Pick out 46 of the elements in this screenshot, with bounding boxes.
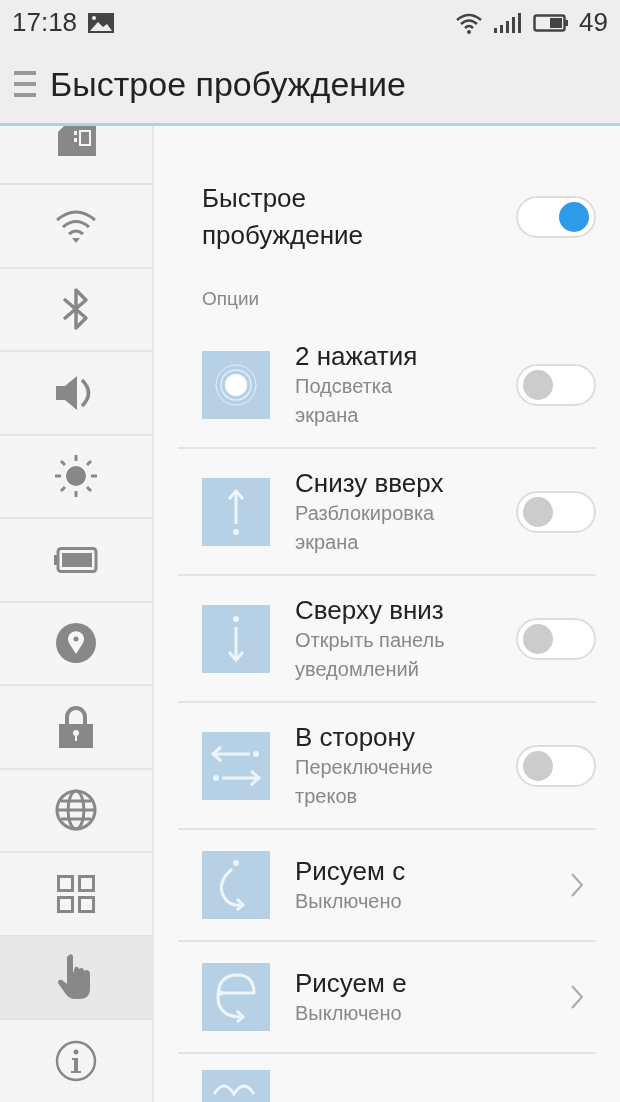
location-pin-icon bbox=[56, 623, 96, 664]
arrow-gesture-icon bbox=[202, 731, 270, 800]
option-subtitle: Выключено bbox=[295, 888, 403, 914]
brightness-icon bbox=[54, 454, 98, 499]
arrow-gesture-icon bbox=[202, 604, 270, 673]
tap-gesture-icon bbox=[202, 350, 270, 419]
arrow-gesture-icon bbox=[202, 477, 270, 546]
option-subtitle: Выключено bbox=[295, 1000, 403, 1026]
curve-gesture-icon bbox=[202, 963, 270, 1031]
bluetooth-icon bbox=[61, 286, 91, 333]
toggle-switch[interactable] bbox=[516, 363, 596, 406]
image-icon bbox=[87, 11, 116, 34]
option-title: Сверху вниз bbox=[295, 593, 445, 626]
sidebar-item[interactable] bbox=[0, 936, 152, 1020]
setting-label: Быстрое пробуждение bbox=[202, 182, 364, 252]
option-subtitle: Открыть панель уведомлений bbox=[295, 627, 446, 682]
info-icon bbox=[55, 1039, 97, 1082]
chevron-right-icon[interactable] bbox=[570, 984, 584, 1010]
chevron-right-icon[interactable] bbox=[570, 872, 584, 898]
section-header: Опции bbox=[201, 287, 261, 310]
option-subtitle: Разблокировка экрана bbox=[295, 500, 436, 555]
toggle-switch[interactable] bbox=[516, 490, 596, 533]
option-title: Рисуем е bbox=[295, 966, 408, 999]
page-title: Быстрое пробуждение bbox=[50, 64, 406, 104]
curve-gesture-icon bbox=[202, 851, 270, 919]
signal-icon bbox=[493, 11, 524, 34]
sidebar-item[interactable] bbox=[0, 126, 152, 185]
battery-percent: 49 bbox=[579, 7, 608, 38]
toggle-switch[interactable] bbox=[516, 617, 596, 660]
menu-icon[interactable] bbox=[14, 69, 36, 99]
option-title: В сторону bbox=[295, 720, 416, 753]
wifi-icon bbox=[54, 207, 98, 244]
option-subtitle: Переключение треков bbox=[295, 754, 434, 809]
battery-icon bbox=[54, 546, 98, 573]
globe-icon bbox=[55, 789, 97, 832]
option-title: Рисуем с bbox=[295, 854, 407, 887]
option-subtitle: Подсветка экрана bbox=[295, 373, 394, 428]
status-time: 17:18 bbox=[12, 7, 78, 38]
wifi-icon bbox=[455, 11, 484, 34]
option-title: 2 нажатия bbox=[295, 339, 419, 372]
padlock-icon bbox=[58, 705, 94, 748]
toggle-switch[interactable] bbox=[516, 744, 596, 787]
battery-icon bbox=[533, 11, 570, 34]
grid-icon bbox=[57, 874, 95, 913]
option-title: Снизу вверх bbox=[295, 466, 445, 499]
toggle-switch[interactable] bbox=[516, 196, 596, 238]
